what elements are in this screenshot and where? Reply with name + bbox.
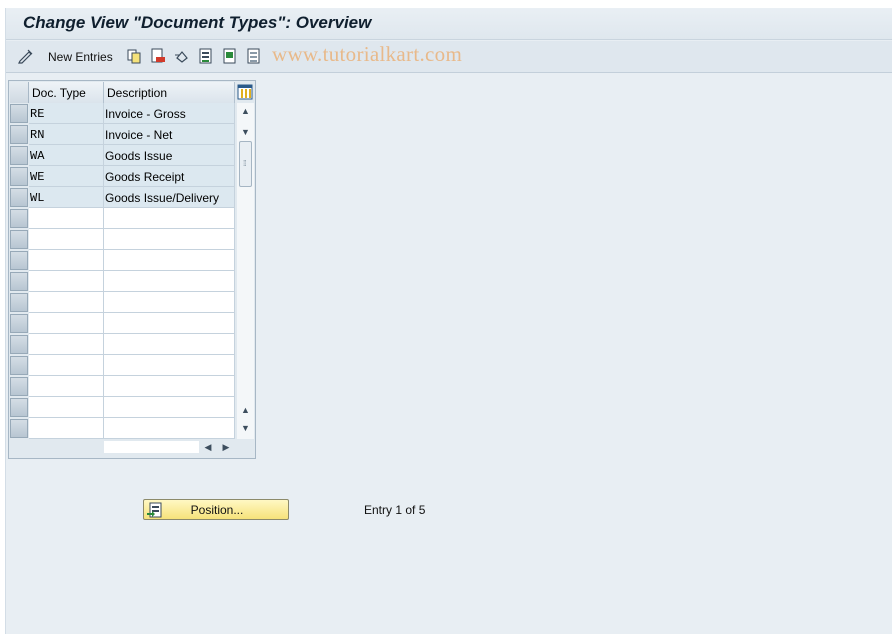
select-all-rows-cell[interactable]: [10, 82, 29, 103]
vertical-scrollbar[interactable]: ▲ ▼ ⁞⁞ ▲ ▼: [237, 103, 254, 439]
table-row[interactable]: [9, 229, 235, 250]
table-header: Doc. Type Description: [9, 82, 255, 103]
table-row[interactable]: [9, 376, 235, 397]
cell-description[interactable]: [104, 397, 235, 418]
row-selector[interactable]: [10, 314, 28, 333]
undo-icon[interactable]: [174, 48, 190, 64]
cell-description[interactable]: [104, 292, 235, 313]
cell-description[interactable]: [104, 208, 235, 229]
row-selector[interactable]: [10, 146, 28, 165]
table-row[interactable]: [9, 334, 235, 355]
row-selector[interactable]: [10, 398, 28, 417]
cell-doc-type[interactable]: [29, 313, 104, 334]
table-row[interactable]: [9, 292, 235, 313]
edit-pencil-icon[interactable]: [18, 48, 34, 64]
deselect-all-icon[interactable]: [246, 48, 262, 64]
horizontal-scroll-track[interactable]: [104, 441, 199, 453]
scroll-page-down-icon[interactable]: ▼: [240, 423, 251, 434]
main-window: Change View "Document Types": Overview N…: [5, 8, 892, 634]
table-row[interactable]: [9, 208, 235, 229]
select-block-icon[interactable]: [222, 48, 238, 64]
cell-description[interactable]: Goods Issue/Delivery: [104, 187, 235, 208]
table-row[interactable]: [9, 397, 235, 418]
cell-description[interactable]: Invoice - Gross: [104, 103, 235, 124]
row-selector[interactable]: [10, 104, 28, 123]
cell-description[interactable]: [104, 376, 235, 397]
cell-doc-type[interactable]: [29, 334, 104, 355]
table-row[interactable]: WE Goods Receipt: [9, 166, 235, 187]
table-row[interactable]: WL Goods Issue/Delivery: [9, 187, 235, 208]
new-entries-button[interactable]: New Entries: [48, 50, 113, 64]
cell-description[interactable]: [104, 313, 235, 334]
cell-description[interactable]: [104, 334, 235, 355]
cell-doc-type[interactable]: [29, 355, 104, 376]
application-toolbar: New Entries www.tutorialkart.com: [6, 41, 892, 73]
cell-description[interactable]: [104, 229, 235, 250]
copy-icon[interactable]: [126, 48, 142, 64]
row-selector[interactable]: [10, 251, 28, 270]
scroll-down-icon[interactable]: ▼: [240, 127, 251, 138]
row-selector[interactable]: [10, 125, 28, 144]
document-types-table: Doc. Type Description RE Invoice - Gross R…: [8, 80, 256, 459]
cell-description[interactable]: Goods Receipt: [104, 166, 235, 187]
table-row[interactable]: [9, 313, 235, 334]
cell-doc-type[interactable]: WL: [29, 187, 104, 208]
cell-doc-type[interactable]: [29, 292, 104, 313]
cell-description[interactable]: [104, 250, 235, 271]
position-button-label: Position...: [190, 503, 244, 517]
table-row[interactable]: WA Goods Issue: [9, 145, 235, 166]
row-selector[interactable]: [10, 419, 28, 438]
scroll-thumb[interactable]: ⁞⁞: [239, 141, 252, 187]
row-selector[interactable]: [10, 167, 28, 186]
table-row[interactable]: [9, 250, 235, 271]
table-settings-icon[interactable]: [237, 84, 253, 100]
scroll-left-icon[interactable]: ◀: [203, 442, 213, 453]
row-selector[interactable]: [10, 335, 28, 354]
scroll-up-icon[interactable]: ▲: [240, 106, 251, 117]
row-selector[interactable]: [10, 272, 28, 291]
cell-doc-type[interactable]: RN: [29, 124, 104, 145]
table-body: RE Invoice - Gross RN Invoice - Net WA Goods …: [9, 103, 235, 439]
cell-description[interactable]: Goods Issue: [104, 145, 235, 166]
cell-doc-type[interactable]: [29, 397, 104, 418]
watermark-text: www.tutorialkart.com: [272, 42, 463, 66]
cell-doc-type[interactable]: [29, 376, 104, 397]
cell-doc-type[interactable]: [29, 229, 104, 250]
row-selector[interactable]: [10, 188, 28, 207]
scroll-page-up-icon[interactable]: ▲: [240, 405, 251, 416]
position-button[interactable]: Position...: [143, 499, 289, 520]
cell-doc-type[interactable]: WE: [29, 166, 104, 187]
scroll-right-icon[interactable]: ▶: [221, 442, 231, 453]
row-selector[interactable]: [10, 377, 28, 396]
cell-doc-type[interactable]: WA: [29, 145, 104, 166]
cell-description[interactable]: [104, 271, 235, 292]
cell-description[interactable]: [104, 418, 235, 439]
row-selector[interactable]: [10, 356, 28, 375]
cell-doc-type[interactable]: [29, 418, 104, 439]
delete-icon[interactable]: [150, 48, 166, 64]
row-selector[interactable]: [10, 293, 28, 312]
cell-description[interactable]: Invoice - Net: [104, 124, 235, 145]
column-header-description[interactable]: Description: [104, 82, 235, 103]
cell-description[interactable]: [104, 355, 235, 376]
title-bar: Change View "Document Types": Overview: [6, 8, 892, 40]
row-selector[interactable]: [10, 209, 28, 228]
cell-doc-type[interactable]: [29, 208, 104, 229]
cell-doc-type[interactable]: RE: [29, 103, 104, 124]
table-row[interactable]: [9, 355, 235, 376]
select-all-icon[interactable]: [198, 48, 214, 64]
table-row[interactable]: RN Invoice - Net: [9, 124, 235, 145]
entry-counter: Entry 1 of 5: [364, 503, 426, 517]
table-row[interactable]: [9, 418, 235, 439]
table-row[interactable]: RE Invoice - Gross: [9, 103, 235, 124]
cell-doc-type[interactable]: [29, 250, 104, 271]
table-row[interactable]: [9, 271, 235, 292]
horizontal-scrollbar[interactable]: ◀ ▶: [104, 439, 254, 456]
page-title: Change View "Document Types": Overview: [23, 13, 372, 32]
column-header-doc-type[interactable]: Doc. Type: [29, 82, 104, 103]
cell-doc-type[interactable]: [29, 271, 104, 292]
row-selector[interactable]: [10, 230, 28, 249]
